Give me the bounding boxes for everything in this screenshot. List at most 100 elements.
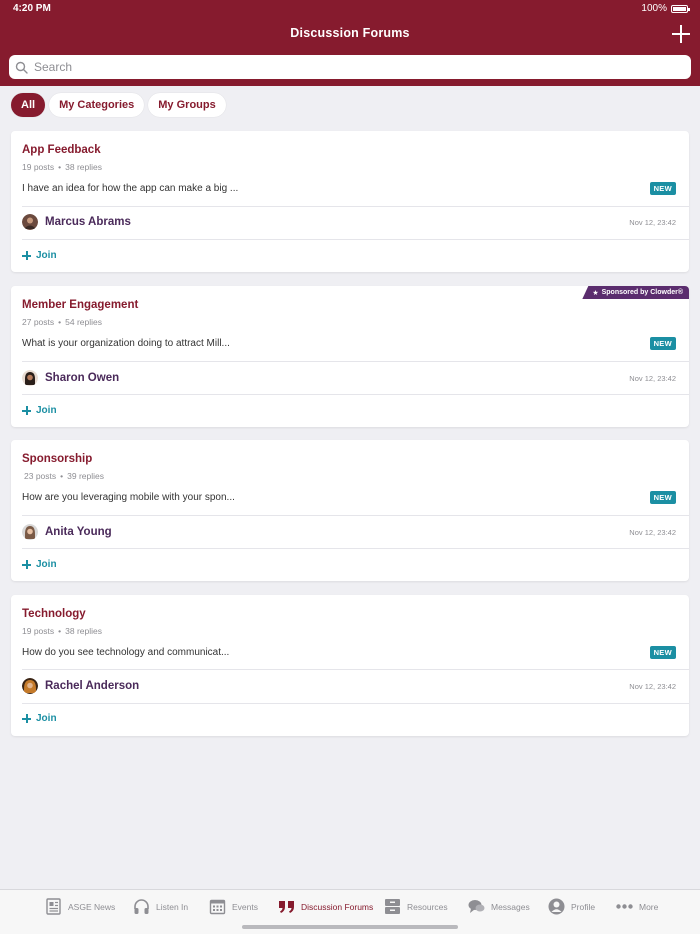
tab-bar: ASGE News Listen In Events Discussion Fo… [0, 889, 700, 934]
separator-dot: • [58, 626, 62, 636]
avatar [22, 524, 38, 540]
author-row[interactable]: Marcus Abrams Nov 12, 23:42 [22, 214, 676, 230]
forum-card[interactable]: Technology 19 posts • 38 replies How do yo… [11, 595, 689, 736]
tab-label: Listen In [156, 901, 189, 912]
new-badge: NEW [649, 337, 676, 350]
plus-icon [22, 560, 31, 569]
author-row[interactable]: Anita Young Nov 12, 23:42 [22, 524, 676, 540]
forum-title[interactable]: App Feedback [22, 144, 101, 156]
person-icon [548, 898, 565, 915]
header-bar: 4:20 PM 100% Discussion Forums [0, 0, 700, 86]
join-button[interactable]: Join [22, 250, 57, 261]
forum-excerpt[interactable]: How are you leveraging mobile with your … [22, 492, 235, 503]
filter-all[interactable]: All [11, 93, 46, 117]
tab-label: Resources [407, 901, 448, 912]
join-label: Join [36, 250, 57, 261]
search-bar[interactable] [9, 55, 691, 79]
author-name: Anita Young [45, 526, 112, 538]
forum-card[interactable]: ★ Sponsored by Clowder® Member Engagement… [11, 286, 689, 427]
join-button[interactable]: Join [22, 405, 57, 416]
avatar [22, 678, 38, 694]
divider [22, 361, 689, 362]
post-count: 19 posts [22, 162, 55, 172]
tab-messages[interactable]: Messages [468, 898, 530, 915]
calendar-icon [209, 898, 226, 915]
forum-stats: 19 posts • 38 replies [22, 626, 102, 636]
tab-label: Events [232, 901, 258, 912]
forum-excerpt[interactable]: What is your organization doing to attra… [22, 338, 230, 349]
tab-label: More [639, 901, 659, 912]
new-badge: NEW [649, 182, 676, 195]
forum-excerpt[interactable]: How do you see technology and communicat… [22, 647, 229, 658]
timestamp: Nov 12, 23:42 [629, 527, 676, 537]
forum-title[interactable]: Sponsorship [22, 453, 92, 465]
divider [22, 703, 689, 704]
divider [22, 548, 689, 549]
avatar [22, 370, 38, 386]
forum-excerpt[interactable]: I have an idea for how the app can make … [22, 183, 238, 194]
divider [22, 515, 689, 516]
reply-count: 39 replies [67, 471, 104, 481]
post-count: 23 posts [24, 471, 57, 481]
star-icon: ★ [592, 289, 599, 297]
timestamp: Nov 12, 23:42 [629, 681, 676, 691]
author-row[interactable]: Sharon Owen Nov 12, 23:42 [22, 370, 676, 386]
tab-label: ASGE News [68, 901, 116, 912]
sponsor-label: Sponsored by Clowder® [601, 289, 683, 296]
author-name: Marcus Abrams [45, 216, 131, 228]
status-time: 4:20 PM [13, 3, 51, 14]
tab-events[interactable]: Events [209, 898, 258, 915]
post-count: 27 posts [22, 317, 55, 327]
tab-label: Profile [571, 901, 596, 912]
filter-my-groups[interactable]: My Groups [148, 93, 226, 117]
search-icon [15, 61, 28, 74]
separator-dot: • [58, 317, 62, 327]
timestamp: Nov 12, 23:42 [629, 217, 676, 227]
tab-profile[interactable]: Profile [548, 898, 595, 915]
author-name: Sharon Owen [45, 372, 120, 384]
tab-more[interactable]: More [616, 898, 658, 915]
battery-icon [671, 4, 690, 13]
divider [22, 239, 689, 240]
forum-title[interactable]: Technology [22, 608, 86, 620]
join-button[interactable]: Join [22, 713, 57, 724]
new-badge: NEW [649, 646, 676, 659]
author-row[interactable]: Rachel Anderson Nov 12, 23:42 [22, 678, 676, 694]
filter-my-categories[interactable]: My Categories [49, 93, 145, 117]
separator-dot: • [58, 162, 62, 172]
page-title: Discussion Forums [290, 26, 410, 40]
timestamp: Nov 12, 23:42 [629, 373, 676, 383]
separator-dot: • [60, 471, 64, 481]
tab-label: Discussion Forums [301, 901, 374, 912]
status-battery: 100% [641, 3, 690, 14]
plus-icon [22, 251, 31, 260]
join-label: Join [36, 405, 57, 416]
reply-count: 38 replies [65, 626, 102, 636]
more-icon [616, 898, 633, 915]
forum-card[interactable]: Sponsorship 23 posts • 39 replies How are … [11, 440, 689, 581]
home-indicator[interactable] [242, 925, 458, 929]
author-name: Rachel Anderson [45, 680, 140, 692]
add-forum-button[interactable] [672, 25, 690, 43]
forum-stats: 19 posts • 38 replies [22, 162, 102, 172]
plus-icon [22, 406, 31, 415]
tab-discussion-forums[interactable]: Discussion Forums [278, 898, 373, 915]
divider [22, 206, 689, 207]
forum-stats: 27 posts • 54 replies [22, 317, 102, 327]
tab-asge-news[interactable]: ASGE News [45, 898, 115, 915]
divider [22, 394, 689, 395]
avatar [22, 214, 38, 230]
archive-icon [384, 898, 401, 915]
forum-title[interactable]: Member Engagement [22, 299, 138, 311]
tab-listen-in[interactable]: Listen In [133, 898, 188, 915]
quote-icon [278, 898, 295, 915]
post-count: 19 posts [22, 626, 55, 636]
reply-count: 54 replies [65, 317, 102, 327]
search-input[interactable] [34, 60, 674, 74]
tab-label: Messages [491, 901, 530, 912]
forum-card[interactable]: App Feedback 19 posts • 38 replies I have … [11, 131, 689, 272]
filter-chips: All My Categories My Groups [11, 93, 226, 117]
join-button[interactable]: Join [22, 559, 57, 570]
new-badge: NEW [649, 491, 676, 504]
tab-resources[interactable]: Resources [384, 898, 448, 915]
